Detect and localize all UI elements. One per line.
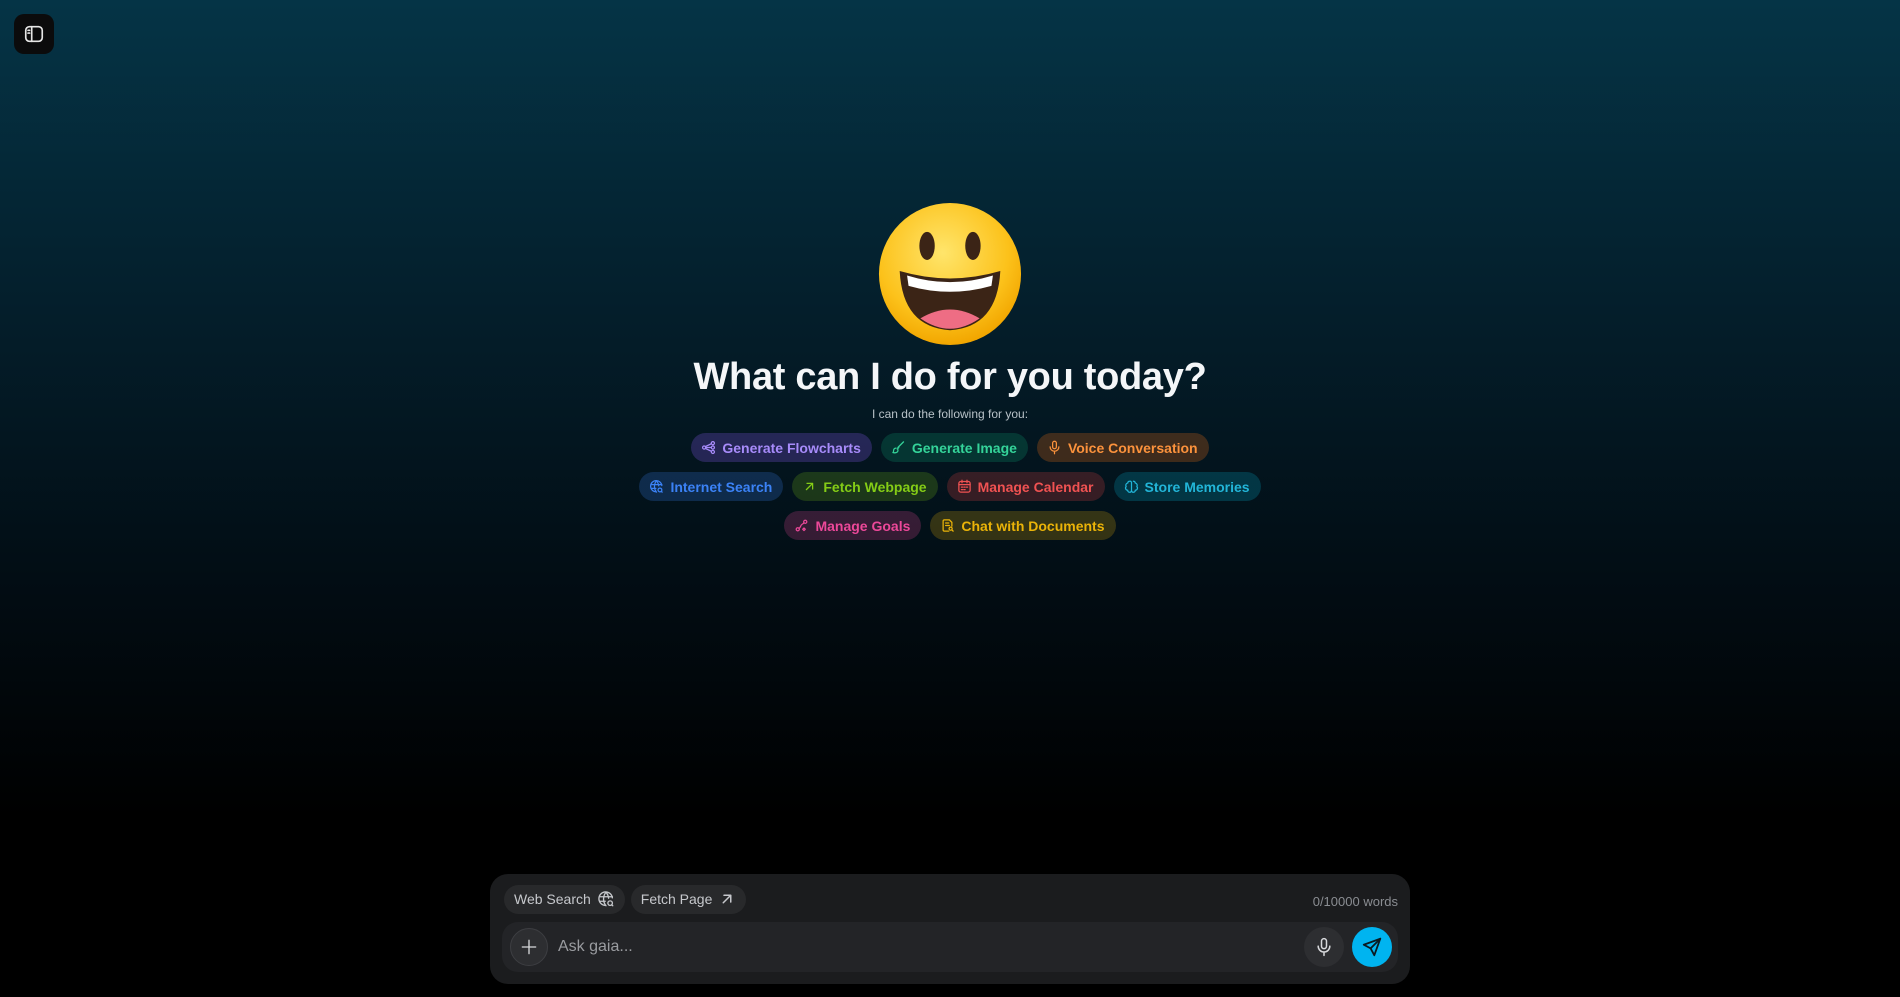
voice-input-button[interactable] xyxy=(1304,927,1344,967)
web-search-label: Web Search xyxy=(514,891,591,907)
feature-label: Generate Image xyxy=(911,439,1017,456)
arrow-up-right-icon xyxy=(722,894,732,904)
feature-chip-fetch-webpage[interactable]: Fetch Webpage xyxy=(792,472,938,501)
composer-toolbar: Web Search Fetch Page 0/10000 words xyxy=(504,884,1398,914)
attach-button[interactable] xyxy=(510,928,548,966)
chat-input[interactable] xyxy=(558,938,1298,956)
arrow-up-right-icon xyxy=(806,482,814,491)
feature-chip-voice-conversation[interactable]: Voice Conversation xyxy=(1036,433,1209,462)
feature-chip-store-memories[interactable]: Store Memories xyxy=(1113,472,1261,501)
feature-chip-generate-flowcharts[interactable]: Generate Flowcharts xyxy=(691,433,872,462)
brain-icon xyxy=(1124,480,1138,493)
fetch-page-label: Fetch Page xyxy=(640,891,713,907)
word-count: 0/10000 words xyxy=(1312,893,1398,909)
web-search-toggle[interactable]: Web Search xyxy=(504,884,625,914)
feature-label: Generate Flowcharts xyxy=(722,439,861,456)
feature-chip-internet-search[interactable]: Internet Search xyxy=(639,472,784,501)
sidebar-toggle-button[interactable] xyxy=(14,14,54,54)
feature-label: Voice Conversation xyxy=(1067,439,1198,456)
send-button[interactable] xyxy=(1352,927,1392,967)
feature-label: Chat with Documents xyxy=(961,517,1105,534)
goal-icon xyxy=(796,519,808,532)
feature-chip-manage-calendar[interactable]: Manage Calendar xyxy=(946,472,1105,501)
feature-row-1: Generate Flowcharts Generate Image Voice… xyxy=(691,433,1209,462)
feature-row-2: Internet Search Fetch Webpage Manage Cal… xyxy=(639,472,1261,501)
sidebar-panel-icon xyxy=(24,25,44,43)
paintbrush-icon xyxy=(892,441,904,454)
feature-label: Internet Search xyxy=(670,478,773,495)
feature-chip-manage-goals[interactable]: Manage Goals xyxy=(784,511,922,540)
feature-label: Fetch Webpage xyxy=(823,478,927,495)
fetch-page-toggle[interactable]: Fetch Page xyxy=(630,884,747,914)
chat-composer: Web Search Fetch Page 0/10000 words xyxy=(490,874,1410,984)
grinning-face-emoji xyxy=(878,202,1022,346)
feature-chip-chat-with-documents[interactable]: Chat with Documents xyxy=(930,511,1116,540)
hero-section: What can I do for you today? I can do th… xyxy=(0,200,1900,540)
page-title: What can I do for you today? xyxy=(693,356,1207,398)
globe-search-icon xyxy=(650,479,664,493)
send-icon xyxy=(1362,937,1382,957)
plus-icon xyxy=(521,939,537,955)
globe-search-icon xyxy=(598,891,614,907)
microphone-icon xyxy=(1049,440,1060,455)
flowchart-icon xyxy=(702,440,716,455)
document-search-icon xyxy=(942,519,955,532)
microphone-icon xyxy=(1317,937,1331,957)
calendar-icon xyxy=(957,479,971,493)
feature-chip-generate-image[interactable]: Generate Image xyxy=(880,433,1028,462)
page-subtitle: I can do the following for you: xyxy=(871,407,1029,421)
feature-label: Store Memories xyxy=(1144,478,1250,495)
feature-label: Manage Calendar xyxy=(977,478,1094,495)
feature-row-3: Manage Goals Chat with Documents xyxy=(784,511,1116,540)
composer-input-row xyxy=(502,922,1398,972)
feature-label: Manage Goals xyxy=(815,517,911,534)
